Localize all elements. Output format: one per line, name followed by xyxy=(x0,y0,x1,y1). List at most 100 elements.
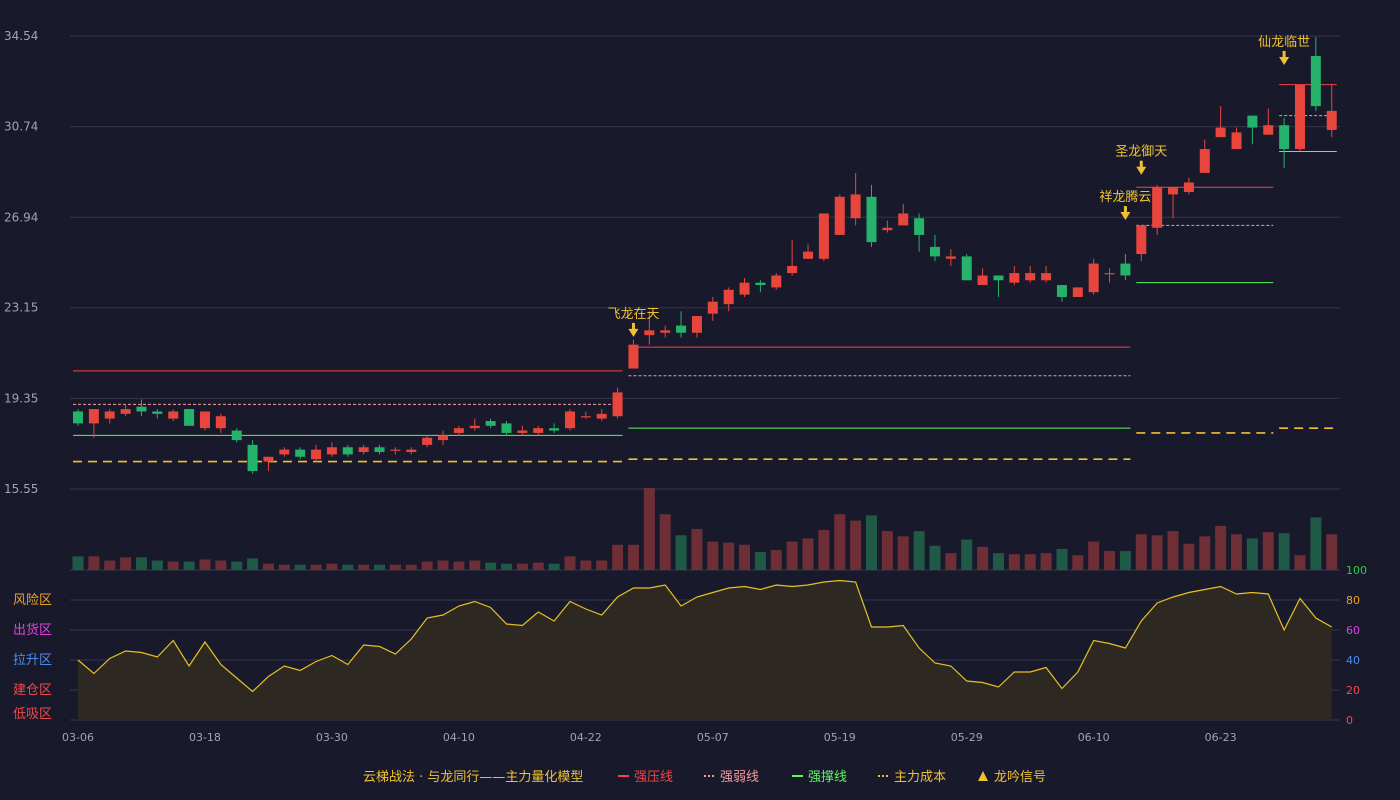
volume-bar xyxy=(1215,525,1227,570)
volume-bar xyxy=(786,541,798,570)
candle-body xyxy=(152,411,163,414)
volume-bar xyxy=(723,542,735,570)
candle-body xyxy=(771,275,782,288)
candle-body xyxy=(691,316,702,333)
volume-bar xyxy=(1072,555,1084,570)
signal-arrow-stem xyxy=(631,322,635,330)
volume-bar xyxy=(262,563,274,570)
volume-bar xyxy=(612,544,624,570)
volume-bar xyxy=(675,535,687,570)
volume-bar xyxy=(120,557,132,570)
x-tick-label: 05-19 xyxy=(824,731,856,744)
volume-bar xyxy=(1199,536,1211,570)
candle-body xyxy=(1025,273,1036,281)
volume-bar xyxy=(342,564,354,570)
candle-body xyxy=(549,428,560,431)
volume-bar xyxy=(818,530,830,570)
candle-body xyxy=(1199,149,1210,173)
osc-zone-label: 建仓区 xyxy=(13,683,52,698)
candle-body xyxy=(342,447,353,455)
candle-body xyxy=(977,275,988,286)
volume-bar xyxy=(913,531,925,570)
volume-bar xyxy=(945,553,957,570)
volume-bar xyxy=(1135,534,1147,570)
candle-body xyxy=(1183,182,1194,193)
price-tick-label: 15.55 xyxy=(4,482,38,496)
volume-bar xyxy=(1246,538,1258,570)
volume-bar xyxy=(1278,533,1290,570)
volume-bar xyxy=(469,560,481,570)
volume-bar xyxy=(374,564,386,570)
candle-body xyxy=(945,256,956,259)
candlestick-chart: 34.54 30.74 26.94 23.15 19.35 15.55 飞龙在天 祥龙腾云 圣… xyxy=(0,0,1400,800)
candle-body xyxy=(898,213,909,226)
volume-bar xyxy=(437,560,449,570)
x-tick-label: 03-06 xyxy=(62,731,94,744)
volume-bar xyxy=(1008,554,1020,570)
candle-body xyxy=(882,227,893,231)
volume-bar xyxy=(1119,551,1131,570)
candle-body xyxy=(104,411,115,419)
candle-body xyxy=(803,251,814,259)
candle-body xyxy=(723,289,734,305)
candle-body xyxy=(1056,285,1067,297)
volume-bar xyxy=(278,564,290,570)
volume-bar xyxy=(770,550,782,570)
volume-bar xyxy=(500,563,512,570)
volume-bar xyxy=(1056,548,1068,570)
candle-body xyxy=(311,449,322,460)
candle-body xyxy=(914,218,925,235)
volume-bar xyxy=(199,559,211,570)
candle-body xyxy=(866,196,877,243)
osc-tick-label: 100 xyxy=(1346,564,1367,577)
candle-body xyxy=(438,435,449,441)
candle-body xyxy=(628,344,639,369)
signal-label: 圣龙御天 xyxy=(1115,145,1167,160)
volume-bar xyxy=(739,544,751,570)
volume-bar xyxy=(310,564,322,570)
price-tick-label: 23.15 xyxy=(4,301,38,315)
volume-bar xyxy=(691,529,703,570)
signal-arrow-stem xyxy=(1282,50,1286,58)
x-tick-label: 04-22 xyxy=(570,731,602,744)
candle-body xyxy=(1041,273,1052,281)
candle-body xyxy=(231,430,242,441)
volume-bar xyxy=(231,561,243,570)
volume-bar xyxy=(1262,532,1274,570)
volume-bar xyxy=(358,564,370,570)
volume-bar xyxy=(215,560,227,570)
legend-label: 强弱线 xyxy=(720,770,759,785)
volume-bar xyxy=(167,561,179,570)
candle-body xyxy=(279,449,290,455)
candle-body xyxy=(469,425,480,429)
volume-bar xyxy=(627,544,639,570)
candle-body xyxy=(1152,187,1163,228)
volume-bar xyxy=(1040,553,1052,570)
candle-body xyxy=(850,194,861,219)
volume-bar xyxy=(1183,543,1195,570)
candle-body xyxy=(517,430,528,433)
candle-body xyxy=(263,456,274,462)
legend-title: 云梯战法 · 与龙同行——主力量化模型 xyxy=(363,770,583,785)
candle-body xyxy=(1072,287,1083,297)
volume-bar xyxy=(596,560,608,570)
volume-bar xyxy=(754,552,766,570)
volume-bar xyxy=(1231,534,1243,570)
candle-body xyxy=(136,406,147,412)
signal-arrow-stem xyxy=(1139,160,1143,168)
legend-label: 主力成本 xyxy=(894,770,946,785)
x-tick-label: 05-29 xyxy=(951,731,983,744)
volume-bar xyxy=(1088,541,1100,570)
osc-tick-label: 40 xyxy=(1346,654,1360,667)
volume-bar xyxy=(247,558,259,570)
osc-zone-label: 低吸区 xyxy=(13,707,52,722)
volume-bar xyxy=(881,531,893,570)
candle-body xyxy=(707,301,718,314)
candle-body xyxy=(1326,110,1337,130)
candle-body xyxy=(422,437,433,445)
volume-bar xyxy=(929,545,941,570)
candle-body xyxy=(247,444,258,472)
osc-zone-label: 出货区 xyxy=(13,622,52,638)
volume-bar xyxy=(834,514,846,570)
volume-bar xyxy=(88,556,100,570)
